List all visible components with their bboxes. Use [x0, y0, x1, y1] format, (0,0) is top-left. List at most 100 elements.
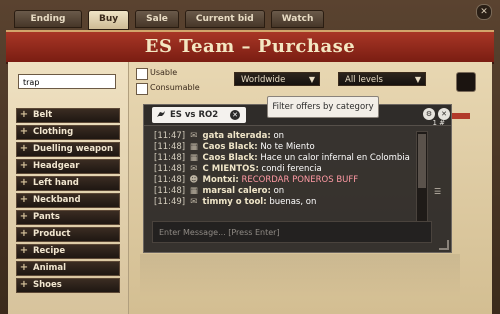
plus-icon: +: [19, 177, 29, 188]
chevron-down-icon: ▼: [414, 75, 421, 84]
level-select[interactable]: All levels ▼: [338, 72, 426, 86]
category-label: Shoes: [33, 280, 62, 290]
message-user: Caos Black: [202, 153, 255, 163]
category-item[interactable]: + Neckband: [16, 193, 120, 208]
message-user: Caos Black: [202, 142, 255, 152]
chat-message: [11:48] ▦ Caos Black: Hace un calor infe…: [154, 153, 414, 164]
mask-icon: ☻: [189, 175, 199, 185]
close-icon[interactable]: ✕: [230, 110, 240, 120]
chat-messages: [11:47] ✉ gata alterada: on [11:48] ▦ Ca…: [154, 131, 414, 235]
category-label: Animal: [33, 263, 67, 273]
chat-tab[interactable]: ES vs RO2 ✕: [152, 107, 246, 123]
top-tabs: Ending Soon Buy Sale Current bid Watch: [14, 10, 325, 40]
message-user: gata alterada: [202, 131, 268, 141]
chat-icon: ✉: [190, 164, 198, 174]
chat-icon: ✉: [190, 131, 198, 141]
category-item[interactable]: + Shoes: [16, 278, 120, 293]
chat-message: [11:47] ✉ gata alterada: on: [154, 131, 414, 142]
message-separator: :: [235, 175, 239, 185]
message-user: C MIENTOS: [202, 164, 256, 174]
consumable-label: Consumable: [150, 83, 200, 92]
message-time: [11:48]: [154, 142, 186, 152]
plus-icon: +: [19, 109, 29, 120]
team-icon: ▦: [189, 186, 198, 196]
resize-handle[interactable]: [439, 240, 449, 250]
team-icon: ▦: [189, 153, 198, 163]
message-time: [11:49]: [154, 197, 186, 207]
plus-icon: +: [19, 245, 29, 256]
message-text: on: [273, 131, 285, 141]
category-item[interactable]: + Recipe: [16, 244, 120, 259]
category-label: Neckband: [33, 195, 81, 205]
plus-icon: +: [19, 228, 29, 239]
chat-message: [11:48] ▦ marsal calero: on: [154, 186, 414, 197]
message-separator: :: [267, 131, 271, 141]
category-item[interactable]: + Duelling weapon: [16, 142, 120, 157]
scroll-thumb[interactable]: [418, 134, 426, 188]
chat-scrollbar[interactable]: [416, 131, 428, 223]
region-select-value: Worldwide: [241, 75, 286, 85]
usable-checkbox[interactable]: [136, 68, 148, 80]
message-user: Montxi: [202, 175, 236, 185]
chat-message: [11:48] ☻ Montxi: RECORDAR PONEROS BUFF: [154, 175, 414, 186]
category-label: Left hand: [33, 178, 79, 188]
message-time: [11:48]: [154, 164, 186, 174]
team-icon: ▦: [189, 142, 198, 152]
tooltip: Filter offers by category: [267, 96, 379, 118]
chat-window: ES vs RO2 ✕ ⚙ ✕ 1 # [11:47] ✉ gata alter…: [143, 104, 452, 253]
message-text: RECORDAR PONEROS BUFF: [241, 175, 359, 185]
tab-ending-soon[interactable]: Ending Soon: [14, 10, 82, 40]
plus-icon: +: [19, 262, 29, 273]
menu-icon[interactable]: ☰: [434, 188, 442, 196]
close-icon[interactable]: ✕: [476, 4, 492, 20]
category-item[interactable]: + Clothing: [16, 125, 120, 140]
chevron-down-icon: ▼: [308, 75, 315, 84]
tab-sale[interactable]: Sale: [135, 10, 179, 28]
chat-input[interactable]: Enter Message... [Press Enter]: [152, 221, 432, 243]
message-separator: :: [267, 186, 271, 196]
message-text: on: [273, 186, 285, 196]
search-input[interactable]: trap: [18, 74, 116, 89]
tab-watch[interactable]: Watch: [270, 10, 325, 28]
plus-icon: +: [19, 160, 29, 171]
message-separator: :: [255, 164, 259, 174]
category-list: + Belt + Clothing + Duelling weapon + Headge…: [16, 108, 120, 295]
usable-label: Usable: [150, 68, 178, 77]
chat-counter: 1 #: [432, 119, 445, 127]
category-item[interactable]: + Belt: [16, 108, 120, 123]
tab-current-bid[interactable]: Current bid: [184, 10, 265, 28]
category-item[interactable]: + Headgear: [16, 159, 120, 174]
category-item[interactable]: + Animal: [16, 261, 120, 276]
message-text: No te Miento: [260, 142, 315, 152]
plus-icon: +: [19, 194, 29, 205]
shadow: [140, 254, 460, 298]
plus-icon: +: [19, 126, 29, 137]
level-select-value: All levels: [345, 75, 383, 85]
chat-message: [11:49] ✉ timmy o tool: buenas, on: [154, 197, 414, 208]
consumable-checkbox[interactable]: [136, 83, 148, 95]
tab-buy[interactable]: Buy: [88, 10, 130, 30]
settings-button[interactable]: [456, 72, 476, 92]
category-label: Product: [33, 229, 71, 239]
category-item[interactable]: + Pants: [16, 210, 120, 225]
message-user: timmy o tool: [202, 197, 264, 207]
category-label: Recipe: [33, 246, 66, 256]
message-time: [11:48]: [154, 175, 186, 185]
category-label: Belt: [33, 110, 53, 120]
filters: Usable Consumable Worldwide ▼ All levels…: [136, 66, 486, 100]
title-bar: ES Team – Purchase: [6, 30, 494, 64]
category-label: Duelling weapon: [33, 144, 114, 154]
region-select[interactable]: Worldwide ▼: [234, 72, 320, 86]
chat-message: [11:48] ✉ C MIENTOS: condi ferencia: [154, 164, 414, 175]
chat-icon: ✉: [190, 197, 198, 207]
message-time: [11:48]: [154, 186, 186, 196]
category-item[interactable]: + Product: [16, 227, 120, 242]
bird-icon: [157, 111, 165, 117]
plus-icon: +: [19, 279, 29, 290]
message-text: condi ferencia: [261, 164, 322, 174]
plus-icon: +: [19, 211, 29, 222]
accent-bar: [452, 113, 470, 119]
plus-icon: +: [19, 143, 29, 154]
message-time: [11:48]: [154, 153, 186, 163]
category-item[interactable]: + Left hand: [16, 176, 120, 191]
